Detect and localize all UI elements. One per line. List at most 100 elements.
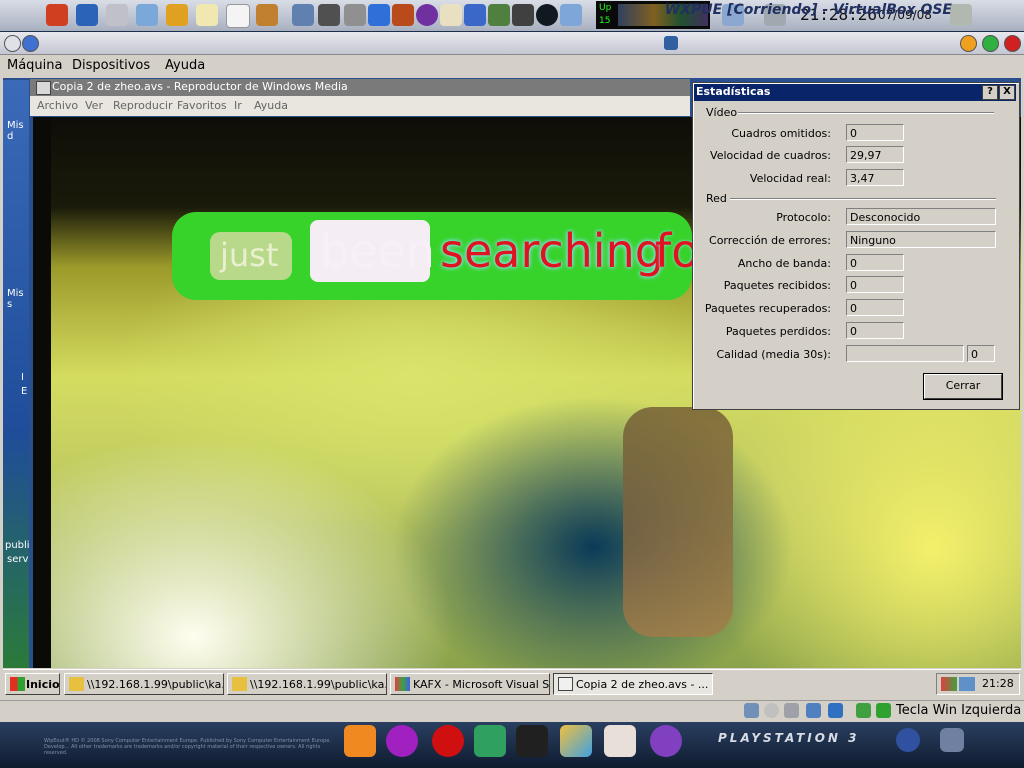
taskbar-item-media-player[interactable]: Copia 2 de zheo.avs - ... xyxy=(553,673,713,695)
contacts-icon[interactable] xyxy=(488,4,510,26)
rec-icon[interactable] xyxy=(536,4,558,26)
wmp-menu-ir[interactable]: Ir xyxy=(234,99,242,112)
tray-network-icon[interactable] xyxy=(959,677,975,691)
statistics-title: Estadísticas xyxy=(696,85,771,98)
blank-icon[interactable] xyxy=(226,4,250,28)
stat-label: Paquetes recuperados: xyxy=(704,302,831,315)
monitor-label-up: Up xyxy=(599,3,612,13)
trash-icon[interactable] xyxy=(950,4,972,26)
network-group-label: Red xyxy=(706,192,727,205)
arrow-down-icon[interactable] xyxy=(368,4,390,26)
dock-pen-icon[interactable] xyxy=(516,725,548,757)
dock-lastfm-icon[interactable] xyxy=(650,725,682,757)
install-icon[interactable] xyxy=(560,4,582,26)
stat-label: Corrección de errores: xyxy=(709,234,831,247)
stat-label: Paquetes recibidos: xyxy=(723,279,831,292)
media-player-title: Copia 2 de zheo.avs - Reproductor de Win… xyxy=(52,80,348,93)
stat-value-field: 29,97 xyxy=(846,146,904,163)
quality-meter xyxy=(846,345,964,362)
quality-label: Calidad (media 30s): xyxy=(716,348,831,361)
desktop-icon-label[interactable]: Mis d xyxy=(7,120,29,142)
windows-logo-icon xyxy=(10,677,25,691)
floppy-icon[interactable] xyxy=(784,703,799,718)
virtualbox-menubar: Máquina Dispositivos Ayuda xyxy=(0,55,1024,77)
cerrar-button[interactable]: Cerrar xyxy=(924,374,1002,399)
stat-label: Paquetes perdidos: xyxy=(725,325,831,338)
wrench-icon[interactable] xyxy=(256,4,278,26)
home-icon[interactable] xyxy=(76,4,98,26)
wallpaper-legal-text: WipEout® HD © 2008 Sony Computer Enterta… xyxy=(44,738,331,756)
mouse-integration-icon[interactable] xyxy=(856,703,871,718)
maximize-icon[interactable] xyxy=(982,35,999,52)
stat-label: Ancho de banda: xyxy=(737,257,831,270)
group-divider xyxy=(738,112,994,114)
k-icon[interactable] xyxy=(440,4,462,26)
stat-label: Cuadros omitidos: xyxy=(731,127,831,140)
virtualbox-titlebar[interactable] xyxy=(0,32,1024,55)
stat-value-field: Ninguno xyxy=(846,231,996,248)
taskbar-item-label: KAFX - Microsoft Visual S... xyxy=(413,678,550,691)
shared-folder-icon[interactable] xyxy=(828,703,843,718)
dock-globe-icon[interactable] xyxy=(896,728,920,752)
guest-desktop: Mis d Mis s I E publi serv xyxy=(3,80,30,668)
window-icon[interactable] xyxy=(464,4,486,26)
dock-avatar-icon[interactable] xyxy=(604,725,636,757)
disk-icon[interactable] xyxy=(318,4,340,26)
cdrom-icon[interactable] xyxy=(764,703,779,718)
usb-icon[interactable] xyxy=(292,4,314,26)
network-adapter-icon[interactable] xyxy=(806,703,821,718)
wmp-menu-ver[interactable]: Ver xyxy=(85,99,103,112)
dock-music-icon[interactable] xyxy=(474,725,506,757)
x-circle-icon[interactable] xyxy=(416,4,438,26)
hdd-icon[interactable] xyxy=(744,703,759,718)
dock-folder-icon[interactable] xyxy=(344,725,376,757)
wmp-menu-archivo[interactable]: Archivo xyxy=(37,99,78,112)
camera-icon[interactable] xyxy=(344,4,366,26)
taskbar-item-explorer-2[interactable]: \\192.168.1.99\public\ka... xyxy=(227,673,387,695)
dock-ps-icon[interactable] xyxy=(940,728,964,752)
shade-icon[interactable] xyxy=(22,35,39,52)
dock-v-icon[interactable] xyxy=(386,725,418,757)
folder-icon xyxy=(232,677,247,691)
dock-opera-icon[interactable] xyxy=(432,725,464,757)
notes-icon[interactable] xyxy=(196,4,218,26)
headset-icon[interactable] xyxy=(512,4,534,26)
printer-icon[interactable] xyxy=(106,4,128,26)
minimize-icon[interactable] xyxy=(960,35,977,52)
wmp-menu-favoritos[interactable]: Favoritos xyxy=(177,99,227,112)
start-button[interactable]: Inicio xyxy=(5,673,60,695)
menu-ayuda[interactable]: Ayuda xyxy=(165,58,205,73)
help-button[interactable]: ? xyxy=(982,85,998,100)
dialog-close-button[interactable]: X xyxy=(999,85,1015,100)
close-icon[interactable] xyxy=(1004,35,1021,52)
stat-value-field: Desconocido xyxy=(846,208,996,225)
taskbar-item-label: \\192.168.1.99\public\ka... xyxy=(87,678,224,691)
guest-clock[interactable]: 21:28 xyxy=(982,677,1014,690)
host-key-label: Tecla Win Izquierda xyxy=(896,703,1022,718)
desktop-icon-label[interactable]: I xyxy=(21,372,24,383)
desktop-icon-label[interactable]: E xyxy=(21,386,27,397)
taskbar-item-visual-studio[interactable]: KAFX - Microsoft Visual S... xyxy=(390,673,550,695)
stat-value-field: 0 xyxy=(846,124,904,141)
playstation-wordmark: PLAYSTATION 3 xyxy=(718,731,860,745)
virtualbox-app-icon xyxy=(664,36,678,50)
desktop-icon-label[interactable]: serv xyxy=(7,554,28,565)
stat-value-field: 0 xyxy=(846,299,904,316)
network-icon[interactable] xyxy=(136,4,158,26)
dock-butterfly-icon[interactable] xyxy=(560,725,592,757)
tray-vs-icon[interactable] xyxy=(941,677,957,691)
taskbar-item-explorer-1[interactable]: \\192.168.1.99\public\ka... xyxy=(64,673,224,695)
desktop-icon-label[interactable]: publi xyxy=(5,540,30,551)
menu-dispositivos[interactable]: Dispositivos xyxy=(72,58,150,73)
wmp-menu-ayuda[interactable]: Ayuda xyxy=(254,99,288,112)
window-menu-icon[interactable] xyxy=(4,35,21,52)
menu-maquina[interactable]: Máquina xyxy=(7,58,63,73)
download-icon[interactable] xyxy=(166,4,188,26)
desktop-icon-label[interactable]: Mis s xyxy=(7,288,29,310)
stat-value-field: 0 xyxy=(846,254,904,271)
wmp-menu-reproducir[interactable]: Reproducir xyxy=(113,99,173,112)
virtualbox-title: WXPUE [Corriendo] - VirtualBox OSE xyxy=(664,2,952,18)
rocket-icon[interactable] xyxy=(46,4,68,26)
gift-icon[interactable] xyxy=(392,4,414,26)
host-key-icon[interactable] xyxy=(876,703,891,718)
